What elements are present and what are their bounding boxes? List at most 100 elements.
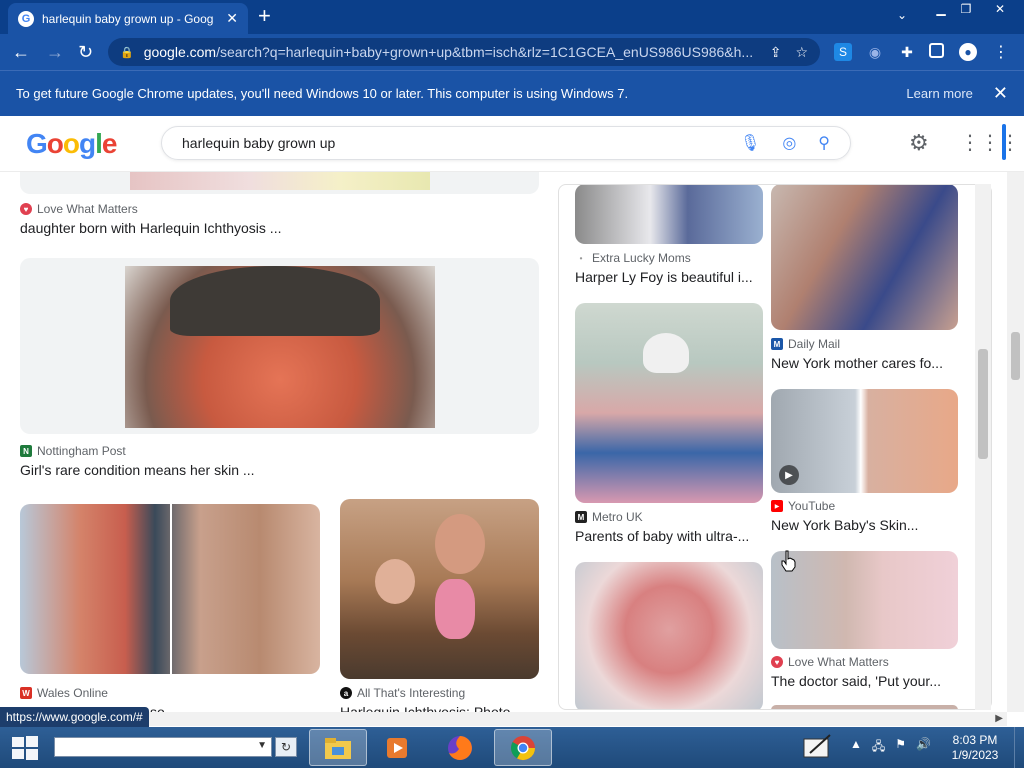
image-result-card[interactable] — [340, 499, 539, 679]
extension-shield-icon[interactable]: ◉ — [866, 43, 884, 61]
extension-s-icon[interactable]: S — [834, 43, 852, 61]
scroll-right-arrow-icon[interactable]: ▶ — [995, 713, 1003, 724]
panel-scrollbar[interactable] — [975, 184, 991, 710]
result-source[interactable]: ▶ YouTube — [771, 499, 835, 513]
image-result-card[interactable] — [771, 551, 958, 649]
result-source[interactable]: ♥ Love What Matters — [20, 202, 138, 216]
firefox-icon[interactable] — [431, 729, 489, 766]
page-scrollbar[interactable] — [1007, 172, 1024, 712]
result-caption[interactable]: Girl's rare condition means her skin ... — [20, 462, 530, 478]
tab-search-chevron-icon[interactable]: ⌄ — [897, 8, 907, 22]
page-scroll-thumb[interactable] — [1011, 332, 1020, 380]
metro-uk-icon: M — [575, 511, 587, 523]
extensions-puzzle-icon[interactable]: ✚ — [898, 43, 916, 61]
taskbar-address-input[interactable]: ▼ — [54, 737, 272, 757]
new-tab-button[interactable]: + — [258, 5, 271, 27]
google-apps-icon[interactable]: ⋮⋮⋮ — [960, 130, 1020, 155]
forward-arrow-icon[interactable]: → — [46, 42, 64, 62]
back-arrow-icon[interactable]: ← — [12, 42, 30, 62]
result-source[interactable]: ♥ Love What Matters — [771, 655, 889, 669]
file-explorer-icon[interactable] — [309, 729, 367, 766]
result-caption[interactable]: New York Baby's Skin... — [771, 517, 958, 533]
settings-gear-icon[interactable]: ⚙ — [909, 130, 929, 156]
google-lens-icon[interactable]: ◎ — [782, 133, 796, 153]
child-shape — [375, 559, 415, 604]
system-tray: ▲ 🖧 ⚑ 🔊 — [850, 737, 931, 758]
result-caption[interactable]: Harlequin Ichthyosis: Photo ... — [340, 704, 540, 712]
profile-avatar-icon[interactable]: ● — [959, 43, 977, 61]
share-icon[interactable]: ⇪ — [770, 44, 782, 61]
tab-title: harlequin baby grown up - Goog — [42, 11, 214, 26]
minimize-button[interactable]: ▁ — [928, 0, 954, 18]
reload-icon[interactable]: ↻ — [78, 42, 93, 62]
learn-more-link[interactable]: Learn more — [906, 86, 972, 101]
nottingham-post-icon: N — [20, 445, 32, 457]
image-result-card[interactable] — [20, 172, 539, 194]
result-thumbnail[interactable] — [125, 266, 435, 428]
bookmark-star-icon[interactable]: ☆ — [795, 44, 808, 61]
chrome-menu-icon[interactable]: ⋮ — [992, 43, 1010, 61]
microphone-icon[interactable]: 🎙 — [740, 133, 760, 153]
result-caption[interactable]: Harper Ly Foy is beautiful i... — [575, 269, 763, 285]
media-player-icon[interactable] — [368, 729, 426, 766]
image-result-card[interactable]: ▶ — [771, 389, 958, 493]
result-caption[interactable]: The doctor said, 'Put your... — [771, 673, 958, 689]
network-icon[interactable]: 🖧 — [872, 737, 885, 758]
infobar-message: To get future Google Chrome updates, you… — [16, 86, 629, 101]
result-thumbnail[interactable] — [130, 172, 430, 190]
windows-taskbar: ▼ ↻ ▲ 🖧 ⚑ 🔊 8:03 PM 1/9/2023 — [0, 727, 1024, 768]
action-center-flag-icon[interactable]: ⚑ — [895, 737, 906, 758]
result-source[interactable]: M Daily Mail — [771, 337, 840, 351]
google-logo[interactable]: Google — [26, 128, 117, 160]
result-source[interactable]: a All That's Interesting — [340, 686, 465, 700]
image-preview-panel: • Extra Lucky Moms Harper Ly Foy is beau… — [558, 184, 992, 710]
window-close-button[interactable]: ✕ — [978, 0, 1022, 18]
result-source[interactable]: W Wales Online — [20, 686, 108, 700]
volume-icon[interactable]: 🔊 — [916, 737, 931, 758]
infobar-close-icon[interactable]: ✕ — [993, 83, 1008, 104]
search-input[interactable]: harlequin baby grown up 🎙 ◎ ⚲ — [161, 126, 851, 160]
result-caption[interactable]: Parents of baby with ultra-... — [575, 528, 763, 544]
windows-start-icon[interactable] — [10, 734, 40, 762]
image-result-card[interactable] — [771, 185, 958, 330]
search-icon[interactable]: ⚲ — [818, 133, 830, 153]
tab-close-icon[interactable]: ✕ — [226, 10, 238, 27]
person-shape — [435, 514, 485, 574]
clock-time: 8:03 PM — [952, 733, 998, 747]
side-panel-icon[interactable] — [929, 43, 944, 58]
status-bubble: https://www.google.com/# — [0, 707, 149, 727]
image-results-grid: ♥ Love What Matters daughter born with H… — [0, 172, 555, 712]
lock-icon[interactable]: 🔒 — [120, 46, 134, 59]
image-result-card[interactable] — [771, 705, 958, 709]
chrome-taskbar-icon[interactable] — [494, 729, 552, 766]
wales-online-icon: W — [20, 687, 32, 699]
google-header: Google harlequin baby grown up 🎙 ◎ ⚲ ⚙ ⋮… — [0, 116, 1024, 172]
address-bar[interactable]: 🔒 google.com/search?q=harlequin+baby+gro… — [108, 38, 820, 66]
tray-expand-icon[interactable]: ▲ — [850, 737, 862, 758]
image-result-card[interactable] — [20, 258, 539, 434]
result-source[interactable]: • Extra Lucky Moms — [575, 251, 691, 265]
all-thats-interesting-icon: a — [340, 687, 352, 699]
result-caption[interactable]: daughter born with Harlequin Ichthyosis … — [20, 220, 530, 236]
tab-google-images[interactable]: G harlequin baby grown up - Goog ✕ — [8, 3, 248, 34]
result-source[interactable]: N Nottingham Post — [20, 444, 126, 458]
search-query: harlequin baby grown up — [182, 135, 336, 151]
video-play-icon[interactable]: ▶ — [779, 465, 799, 485]
pen-tablet-icon[interactable] — [802, 733, 834, 761]
restore-button[interactable]: ❐ — [953, 0, 979, 18]
result-source[interactable]: M Metro UK — [575, 510, 643, 524]
image-result-card[interactable] — [20, 504, 320, 674]
image-result-card[interactable] — [575, 562, 763, 709]
horizontal-scrollbar[interactable]: ▶ — [0, 712, 1007, 726]
hat-shape — [170, 266, 380, 336]
baby-hat-shape — [643, 333, 689, 373]
dropdown-arrow-icon[interactable]: ▼ — [257, 740, 267, 751]
taskbar-refresh-icon[interactable]: ↻ — [275, 737, 297, 757]
account-indicator — [1002, 124, 1006, 160]
result-caption[interactable]: New York mother cares fo... — [771, 355, 958, 371]
image-result-card[interactable] — [575, 185, 763, 244]
panel-scroll-thumb[interactable] — [978, 349, 988, 459]
taskbar-clock[interactable]: 8:03 PM 1/9/2023 — [940, 733, 1010, 763]
show-desktop-button[interactable] — [1014, 727, 1024, 768]
image-result-card[interactable] — [575, 303, 763, 503]
